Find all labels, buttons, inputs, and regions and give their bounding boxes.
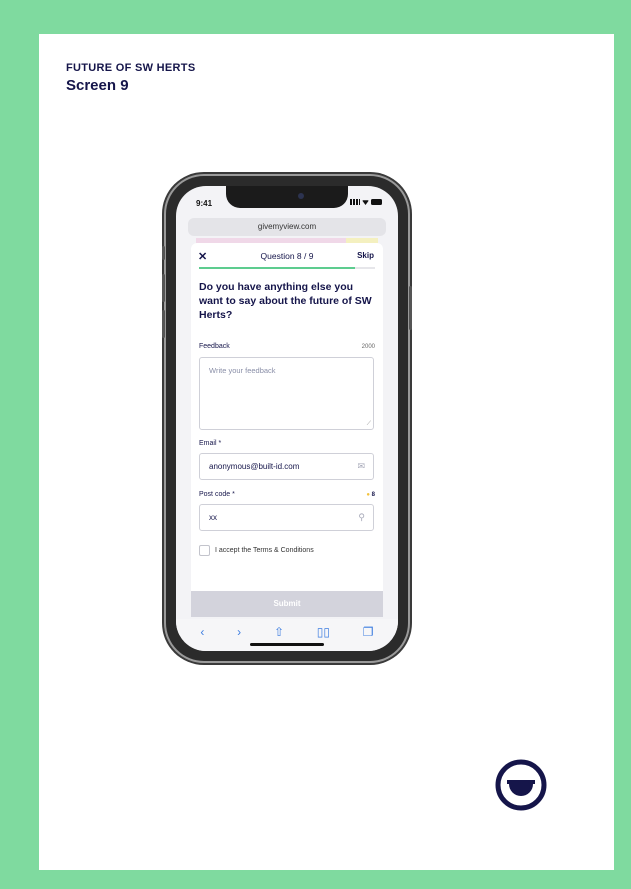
progress-bar [199,267,375,269]
feedback-textarea[interactable]: Write your feedback ⟋ [199,357,374,430]
mute-switch [162,246,165,260]
bookmarks-icon[interactable]: ▯▯ [317,625,330,639]
browser-toolbar: ‹ › ⇧ ▯▯ ❐ [176,619,398,651]
tabs-icon[interactable]: ❐ [363,625,374,639]
brand-logo-icon [495,759,547,811]
project-kicker: FUTURE OF SW HERTS [66,62,196,74]
address-bar[interactable]: givemyview.com [188,218,386,236]
email-value: anonymous@built-id.com [209,462,300,471]
feedback-placeholder: Write your feedback [209,366,276,375]
progress-fill [199,267,356,269]
volume-up-button [162,274,165,302]
signal-icon [350,199,360,205]
postcode-value: xx [209,513,217,522]
postcode-field[interactable]: xx ⚲ [199,504,374,531]
email-field[interactable]: anonymous@built-id.com ✉ [199,453,374,480]
forward-icon[interactable]: › [237,625,241,639]
battery-icon [371,199,382,205]
wifi-icon [362,200,369,205]
status-time: 9:41 [196,199,213,208]
phone-screen: 9:41 givemyview.com ✕ Question 8 / 9 Ski… [176,186,398,651]
postcode-badge: ● 8 [366,492,375,498]
camera-icon [298,193,304,199]
notch [226,186,348,208]
feedback-label: Feedback [199,343,230,350]
home-indicator [250,643,324,646]
volume-down-button [162,310,165,338]
screen-title: Screen 9 [66,77,129,94]
skip-button[interactable]: Skip [357,251,374,260]
question-text: Do you have anything else you want to sa… [199,281,372,321]
mail-icon: ✉ [357,461,365,471]
question-counter: Question 8 / 9 [260,251,314,261]
resize-handle-icon[interactable]: ⟋ [367,421,371,428]
map-pin-icon: ⚲ [358,512,365,522]
postcode-label: Post code * [199,491,235,498]
phone-mockup: 9:41 givemyview.com ✕ Question 8 / 9 Ski… [162,176,412,661]
share-icon[interactable]: ⇧ [274,625,284,639]
terms-checkbox[interactable] [199,545,210,556]
email-label: Email * [199,440,222,447]
survey-modal: ✕ Question 8 / 9 Skip Do you have anythi… [191,243,383,591]
back-icon[interactable]: ‹ [200,625,204,639]
status-icons [350,199,382,205]
feedback-char-limit: 2000 [361,344,375,350]
submit-button[interactable]: Submit [191,591,383,617]
power-button [409,286,412,330]
terms-label[interactable]: I accept the Terms & Conditions [215,547,314,554]
